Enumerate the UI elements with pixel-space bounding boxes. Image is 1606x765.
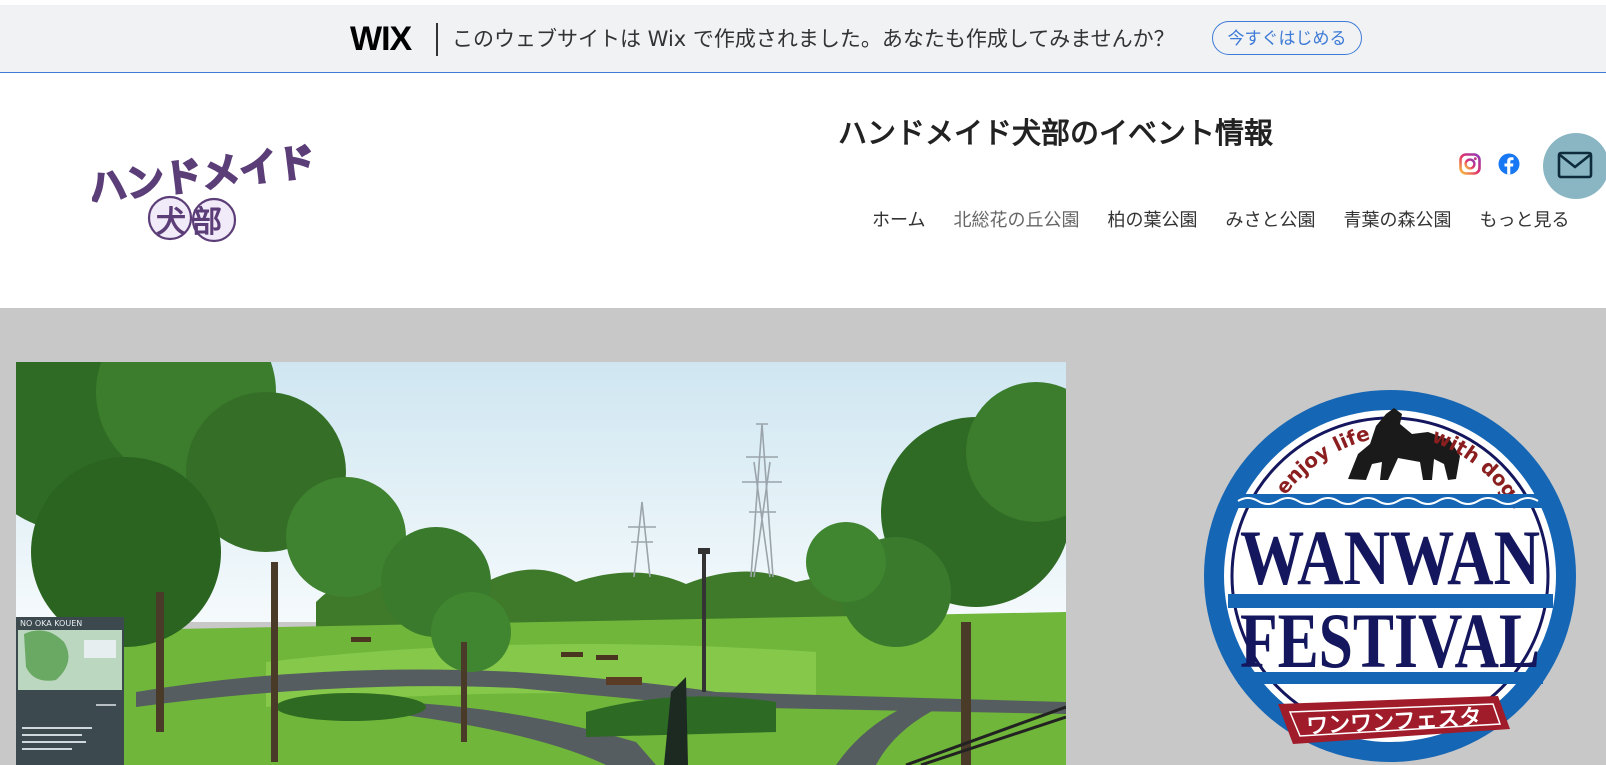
- festival-festival-text: FESTIVAL: [1240, 597, 1540, 684]
- site-header: ハンドメイド 犬部 ハンドメイド犬部のイベント情報 ホーム 北総花の丘公園 柏の…: [0, 73, 1606, 308]
- logo-line2: 犬部: [156, 205, 228, 240]
- wix-logo[interactable]: WIX: [350, 21, 412, 57]
- mail-button[interactable]: [1543, 133, 1606, 199]
- start-now-button[interactable]: 今すぐはじめる: [1212, 21, 1362, 55]
- main-section: NO OKA KOUEN enjoy life with dogs: [0, 308, 1606, 765]
- nav-item-more[interactable]: もっと見る: [1479, 209, 1569, 233]
- park-photo: NO OKA KOUEN: [16, 362, 1066, 765]
- map-sign-text: NO OKA KOUEN: [20, 619, 82, 628]
- site-logo[interactable]: ハンドメイド 犬部: [92, 136, 312, 246]
- wix-divider: [436, 23, 438, 56]
- nav-item-misato[interactable]: みさと公園: [1225, 209, 1315, 233]
- nav-item-home[interactable]: ホーム: [872, 209, 925, 233]
- main-nav: ホーム 北総花の丘公園 柏の葉公園 みさと公園 青葉の森公園 もっと見る: [872, 209, 1597, 233]
- logo-line1: ハンドメイド: [92, 139, 312, 210]
- site-title[interactable]: ハンドメイド犬部のイベント情報: [838, 115, 1273, 151]
- wanwan-festival-logo[interactable]: enjoy life with dogs WANWAN FESTIVAL ワンワ…: [1198, 384, 1583, 765]
- instagram-icon[interactable]: [1459, 153, 1481, 175]
- nav-item-hokuso[interactable]: 北総花の丘公園: [953, 209, 1079, 233]
- festival-wanwan-text: WANWAN: [1240, 514, 1540, 601]
- facebook-icon[interactable]: [1498, 153, 1520, 175]
- wix-banner-message: このウェブサイトは Wix で作成されました。あなたも作成してみませんか？: [452, 27, 1175, 51]
- nav-item-kashiwanoha[interactable]: 柏の葉公園: [1107, 209, 1197, 233]
- mail-icon: [1557, 151, 1593, 179]
- wix-banner: WIX このウェブサイトは Wix で作成されました。あなたも作成してみませんか…: [0, 5, 1606, 73]
- nav-item-aoba[interactable]: 青葉の森公園: [1343, 209, 1451, 233]
